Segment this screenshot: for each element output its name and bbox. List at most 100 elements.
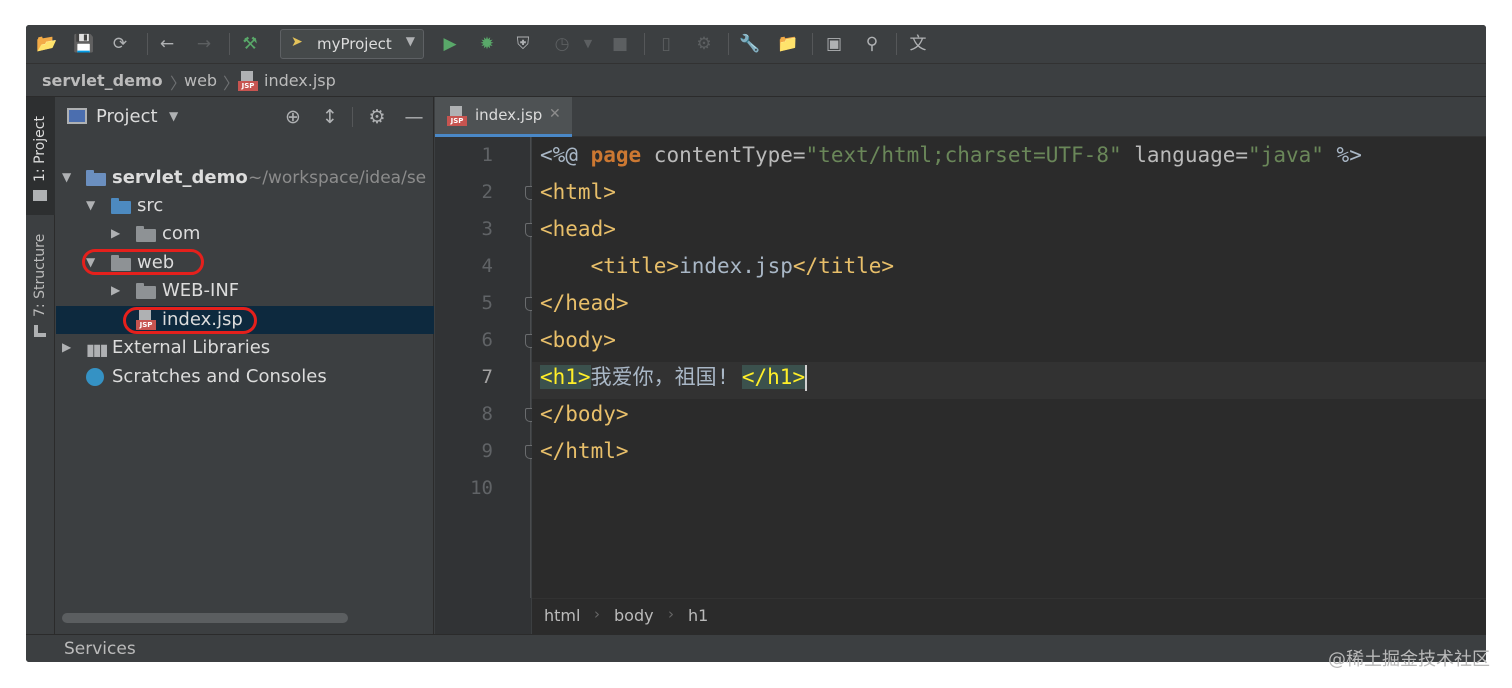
device-icon[interactable]: ▯	[654, 32, 678, 56]
text-caret	[805, 365, 808, 391]
collapse-arrow-icon[interactable]: ▶	[111, 283, 120, 297]
navigation-bar: servlet_demo 〉 web 〉 JSP index.jsp	[26, 63, 1486, 97]
collapse-arrow-icon[interactable]: ▶	[62, 340, 71, 354]
code-line-8: </body>	[540, 402, 629, 426]
nav-crumb-web[interactable]: web	[184, 71, 217, 90]
project-view-icon	[67, 108, 87, 124]
code-line-4: <title>index.jsp</title>	[540, 254, 895, 278]
gear-icon[interactable]: ⚙	[365, 105, 389, 129]
code-line-5: </head>	[540, 291, 629, 315]
forward-icon[interactable]: →	[192, 32, 216, 56]
code-line-6: <body>	[540, 328, 616, 352]
run-configuration-select[interactable]: ➤ myProject ▼	[280, 29, 424, 59]
structure-icon	[34, 325, 46, 337]
build-hammer-icon[interactable]: ⚒	[238, 32, 262, 56]
profile-icon[interactable]: ◷	[550, 32, 574, 56]
line-number: 2	[481, 181, 493, 203]
chevron-down-icon: ▼	[405, 34, 415, 48]
sync-icon[interactable]: ⟳	[108, 32, 132, 56]
coverage-icon[interactable]: ⛨	[511, 32, 535, 56]
code-editor[interactable]: <%@ page contentType="text/html;charset=…	[532, 137, 1486, 598]
tree-path: ~/workspace/idea/se	[248, 168, 427, 188]
editor-breadcrumbs: html › body › h1	[532, 598, 1486, 634]
tool-window-stripe: 1: Project 7: Structure	[26, 97, 55, 634]
save-icon[interactable]: 💾	[72, 32, 96, 56]
tab-structure-tool-window[interactable]: 7: Structure	[26, 222, 55, 372]
source-folder-icon	[111, 198, 131, 214]
chevron-down-icon[interactable]: ▼	[169, 109, 178, 123]
stop-icon[interactable]: ■	[608, 32, 632, 56]
chevron-right-icon: ›	[594, 605, 600, 623]
services-tab[interactable]: Services	[64, 639, 136, 659]
library-icon: ▮▮▮	[86, 340, 108, 359]
debug-icon[interactable]: ✹	[475, 32, 499, 56]
tree-item-external-libraries[interactable]: ▶ ▮▮▮ External Libraries	[56, 334, 434, 362]
editor-gutter: 1 2 3 4 5 6 7 8 9 10	[435, 137, 537, 598]
line-number: 9	[481, 440, 493, 462]
horizontal-scrollbar[interactable]	[62, 613, 348, 623]
locate-crosshair-icon[interactable]: ⊕	[281, 105, 305, 129]
jsp-file-icon: JSP	[238, 71, 258, 91]
tab-index-jsp[interactable]: JSP index.jsp ✕	[435, 97, 572, 137]
search-icon[interactable]: ⚲	[860, 32, 884, 56]
chevron-right-icon: 〉	[223, 74, 240, 93]
back-icon[interactable]: ←	[155, 32, 179, 56]
project-tab-label: 1: Project	[32, 116, 48, 182]
hide-minus-icon[interactable]: —	[402, 105, 426, 129]
main-toolbar: 📂 💾 ⟳ ← → ⚒ ➤ myProject ▼ ▶ ✹ ⛨ ◷ ▼ ■ ▯ …	[26, 25, 1486, 63]
watermark: @稀土掘金技术社区	[1328, 649, 1490, 670]
package-folder-icon	[136, 226, 156, 242]
project-panel: Project ▼ ⊕ ↕ ⚙ — ▼ servlet_demo ~/works…	[56, 97, 434, 634]
nav-crumb-file[interactable]: index.jsp	[264, 71, 336, 90]
scratches-icon	[86, 368, 104, 386]
project-panel-header: Project ▼ ⊕ ↕ ⚙ —	[56, 97, 434, 137]
nav-crumb-project[interactable]: servlet_demo	[42, 71, 163, 90]
code-line-1: <%@ page contentType="text/html;charset=…	[540, 143, 1362, 167]
run-config-icon: ➤	[291, 34, 303, 50]
tree-label: src	[137, 195, 164, 216]
settings-wrench-icon[interactable]: 🔧	[738, 32, 762, 56]
expand-arrow-icon[interactable]: ▼	[62, 170, 71, 184]
line-number: 1	[481, 144, 493, 166]
structure-tab-label: 7: Structure	[32, 233, 48, 317]
chevron-right-icon: ›	[668, 605, 674, 623]
run-icon[interactable]: ▶	[438, 32, 462, 56]
tree-item-src[interactable]: ▼ src	[56, 192, 434, 220]
expand-arrow-icon[interactable]: ▼	[86, 198, 95, 212]
module-folder-icon	[86, 170, 106, 186]
annotation-ring-web	[82, 249, 204, 275]
breadcrumb-html[interactable]: html	[544, 606, 580, 625]
run-config-label: myProject	[317, 35, 392, 53]
translate-icon[interactable]: 文	[906, 32, 930, 56]
collapse-all-icon[interactable]: ↕	[318, 105, 342, 129]
tree-item-com[interactable]: ▶ com	[56, 220, 434, 248]
bottom-tool-bar: Services	[26, 634, 1486, 662]
tree-label: Scratches and Consoles	[112, 366, 327, 387]
code-line-3: <head>	[540, 217, 616, 241]
folder-icon	[136, 283, 156, 299]
breadcrumb-h1[interactable]: h1	[688, 606, 708, 625]
tree-label: WEB-INF	[162, 280, 240, 301]
tree-label: com	[162, 223, 201, 244]
line-number: 4	[481, 255, 493, 277]
open-folder-icon[interactable]: 📂	[35, 32, 59, 56]
breadcrumb-body[interactable]: body	[614, 606, 654, 625]
tree-item-web-inf[interactable]: ▶ WEB-INF	[56, 277, 434, 305]
close-icon[interactable]: ✕	[549, 106, 561, 122]
tab-project-tool-window[interactable]: 1: Project	[26, 97, 55, 215]
tree-label: External Libraries	[112, 337, 271, 358]
tree-label: servlet_demo	[112, 167, 248, 188]
profile-dropdown-icon[interactable]: ▼	[576, 32, 600, 56]
editor-breadcrumb-gutter	[435, 598, 531, 634]
code-line-2: <html>	[540, 180, 616, 204]
code-line-7: <h1>我爱你，祖国! </h1>	[540, 365, 808, 391]
tree-item-scratches[interactable]: Scratches and Consoles	[56, 363, 434, 391]
line-number: 3	[481, 218, 493, 240]
project-structure-icon[interactable]: 📁	[776, 32, 800, 56]
terminal-icon[interactable]: ▣	[822, 32, 846, 56]
project-panel-title[interactable]: Project	[96, 106, 158, 127]
tree-item-servlet-demo[interactable]: ▼ servlet_demo ~/workspace/idea/se	[56, 164, 434, 192]
ide-window: 📂 💾 ⟳ ← → ⚒ ➤ myProject ▼ ▶ ✹ ⛨ ◷ ▼ ■ ▯ …	[26, 25, 1486, 662]
collapse-arrow-icon[interactable]: ▶	[111, 226, 120, 240]
attach-icon[interactable]: ⚙	[692, 32, 716, 56]
